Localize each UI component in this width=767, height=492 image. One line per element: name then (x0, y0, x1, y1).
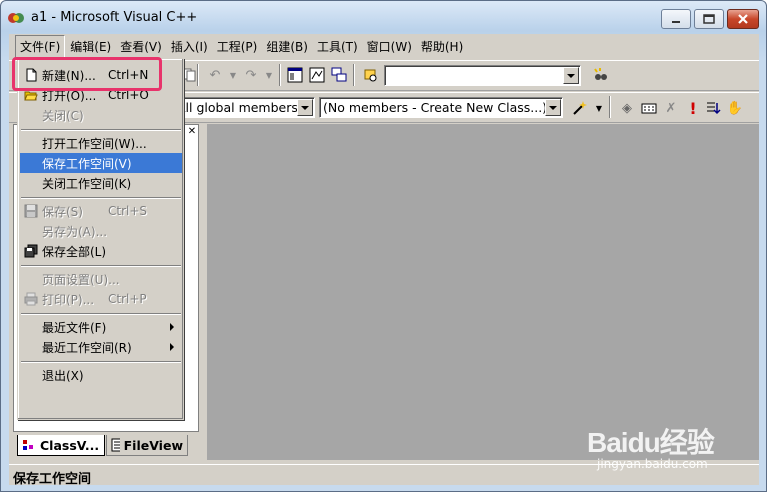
save-all-icon (24, 244, 38, 258)
menu-view[interactable]: 查看(V) (116, 36, 166, 57)
callout-highlight (12, 57, 162, 91)
class-combo-arrow[interactable] (297, 99, 313, 116)
workspace-icon[interactable] (285, 65, 305, 85)
menu-item-save-as-label: 另存为(A)... (42, 224, 108, 239)
menu-item-close-workspace-label: 关闭工作空间(K) (42, 176, 132, 191)
menu-item-save-workspace[interactable]: 保存工作空间(V) (20, 153, 182, 173)
tab-fileview[interactable]: FileView (106, 435, 188, 456)
file-menu-dropdown: 新建(N)... Ctrl+N 打开(O)... Ctrl+O 关闭(C) 打开… (17, 58, 184, 420)
menu-item-save-shortcut: Ctrl+S (108, 204, 148, 218)
menu-item-exit[interactable]: 退出(X) (20, 365, 182, 385)
menu-item-print-shortcut: Ctrl+P (108, 292, 147, 306)
menu-item-close-workspace[interactable]: 关闭工作空间(K) (20, 173, 182, 193)
toolbar-separator (197, 64, 199, 86)
submenu-arrow-icon (170, 343, 174, 351)
menu-item-save-all[interactable]: 保存全部(L) (20, 241, 182, 261)
class-view-icon (23, 440, 33, 450)
menu-item-save-all-label: 保存全部(L) (42, 244, 107, 259)
menu-edit[interactable]: 编辑(E) (66, 36, 115, 57)
menu-build[interactable]: 组建(B) (262, 36, 312, 57)
redo-icon[interactable]: ↷ (241, 65, 261, 85)
menu-item-recent-workspaces-label: 最近工作空间(R) (42, 340, 132, 355)
menu-item-recent-files[interactable]: 最近文件(F) (20, 317, 182, 337)
window-title: a1 - Microsoft Visual C++ (31, 10, 198, 25)
save-disk-icon (24, 204, 38, 218)
menu-help[interactable]: 帮助(H) (417, 36, 467, 57)
undo-dropdown-icon[interactable]: ▼ (223, 65, 243, 85)
menu-project[interactable]: 工程(P) (213, 36, 262, 57)
menu-bar: 文件(F) 编辑(E) 查看(V) 插入(I) 工程(P) 组建(B) 工具(T… (9, 34, 759, 58)
find-icon[interactable] (591, 65, 611, 85)
compile-icon[interactable]: ◈ (617, 98, 637, 118)
build-icon[interactable] (639, 98, 659, 118)
menu-separator (21, 265, 181, 267)
toolbar-separator (353, 64, 355, 86)
members-combo-value: (No members - Create New Class...) (323, 100, 548, 115)
members-combo-arrow[interactable] (545, 99, 561, 116)
tab-fileview-label: FileView (123, 437, 183, 453)
wizard-wand-icon[interactable] (569, 98, 589, 118)
submenu-arrow-icon (170, 323, 174, 331)
menu-item-recent-files-label: 最近文件(F) (42, 320, 107, 335)
output-icon[interactable] (307, 65, 327, 85)
menu-insert[interactable]: 插入(I) (167, 36, 212, 57)
status-text: 保存工作空间 (13, 472, 92, 487)
toolbar-separator (609, 96, 611, 118)
title-bar[interactable]: a1 - Microsoft Visual C++ (1, 1, 766, 33)
printer-icon (24, 292, 38, 306)
redo-dropdown-icon[interactable]: ▼ (259, 65, 279, 85)
menu-item-exit-label: 退出(X) (42, 368, 84, 383)
window-list-icon[interactable] (329, 65, 349, 85)
menu-item-page-setup[interactable]: 页面设置(U)... (20, 269, 182, 289)
menu-item-recent-workspaces[interactable]: 最近工作空间(R) (20, 337, 182, 357)
find-combo[interactable] (384, 65, 581, 86)
undo-icon[interactable]: ↶ (205, 65, 225, 85)
breakpoint-hand-icon[interactable]: ✋ (725, 98, 745, 118)
menu-separator (21, 313, 181, 315)
minimize-button[interactable] (661, 9, 691, 29)
menu-item-page-setup-label: 页面设置(U)... (42, 272, 120, 287)
wizard-dropdown-icon[interactable]: ▼ (589, 98, 609, 118)
app-window: a1 - Microsoft Visual C++ 文件(F) 编辑(E) 查看… (0, 0, 767, 492)
menu-window[interactable]: 窗口(W) (363, 36, 416, 57)
minimize-icon (672, 21, 680, 23)
menu-item-print[interactable]: 打印(P)... Ctrl+P (20, 289, 182, 309)
tab-classview[interactable]: ClassV... (17, 435, 105, 456)
go-icon[interactable] (703, 98, 723, 118)
close-button[interactable] (727, 9, 759, 29)
menu-item-save[interactable]: 保存(S) Ctrl+S (20, 201, 182, 221)
pane-close-icon[interactable]: ✕ (186, 126, 198, 138)
menu-separator (21, 361, 181, 363)
toolbar-separator (279, 64, 281, 86)
tab-classview-label: ClassV... (40, 437, 100, 453)
execute-icon[interactable]: ! (683, 98, 703, 118)
visual-cpp-icon (8, 13, 24, 23)
menu-item-open-workspace[interactable]: 打开工作空间(W)... (20, 133, 182, 153)
find-combo-arrow[interactable] (563, 67, 579, 84)
stop-build-icon[interactable]: ✗ (661, 98, 681, 118)
close-icon (738, 14, 748, 24)
maximize-button[interactable] (694, 9, 724, 29)
menu-tools[interactable]: 工具(T) (313, 36, 362, 57)
class-combo[interactable]: All global members (173, 97, 315, 118)
find-in-files-icon[interactable] (361, 65, 381, 85)
menu-item-close[interactable]: 关闭(C) (20, 105, 182, 125)
menu-item-open-workspace-label: 打开工作空间(W)... (42, 136, 147, 151)
menu-item-save-workspace-label: 保存工作空间(V) (42, 156, 132, 171)
maximize-icon (703, 14, 715, 24)
menu-separator (21, 129, 181, 131)
mdi-workspace[interactable] (207, 124, 759, 460)
menu-file[interactable]: 文件(F) (15, 34, 66, 58)
menu-item-close-label: 关闭(C) (42, 108, 84, 123)
menu-item-save-as[interactable]: 另存为(A)... (20, 221, 182, 241)
file-view-icon (111, 438, 120, 452)
menu-item-save-label: 保存(S) (42, 204, 83, 219)
menu-item-print-label: 打印(P)... (42, 292, 95, 307)
class-combo-value: All global members (177, 100, 298, 115)
members-combo[interactable]: (No members - Create New Class...) (319, 97, 563, 118)
watermark-logo: Baidu经验 (587, 427, 715, 458)
baidu-watermark: Baidu经验 jingyan.baidu.com (587, 411, 737, 481)
watermark-url: jingyan.baidu.com (597, 457, 708, 471)
menu-separator (21, 197, 181, 199)
